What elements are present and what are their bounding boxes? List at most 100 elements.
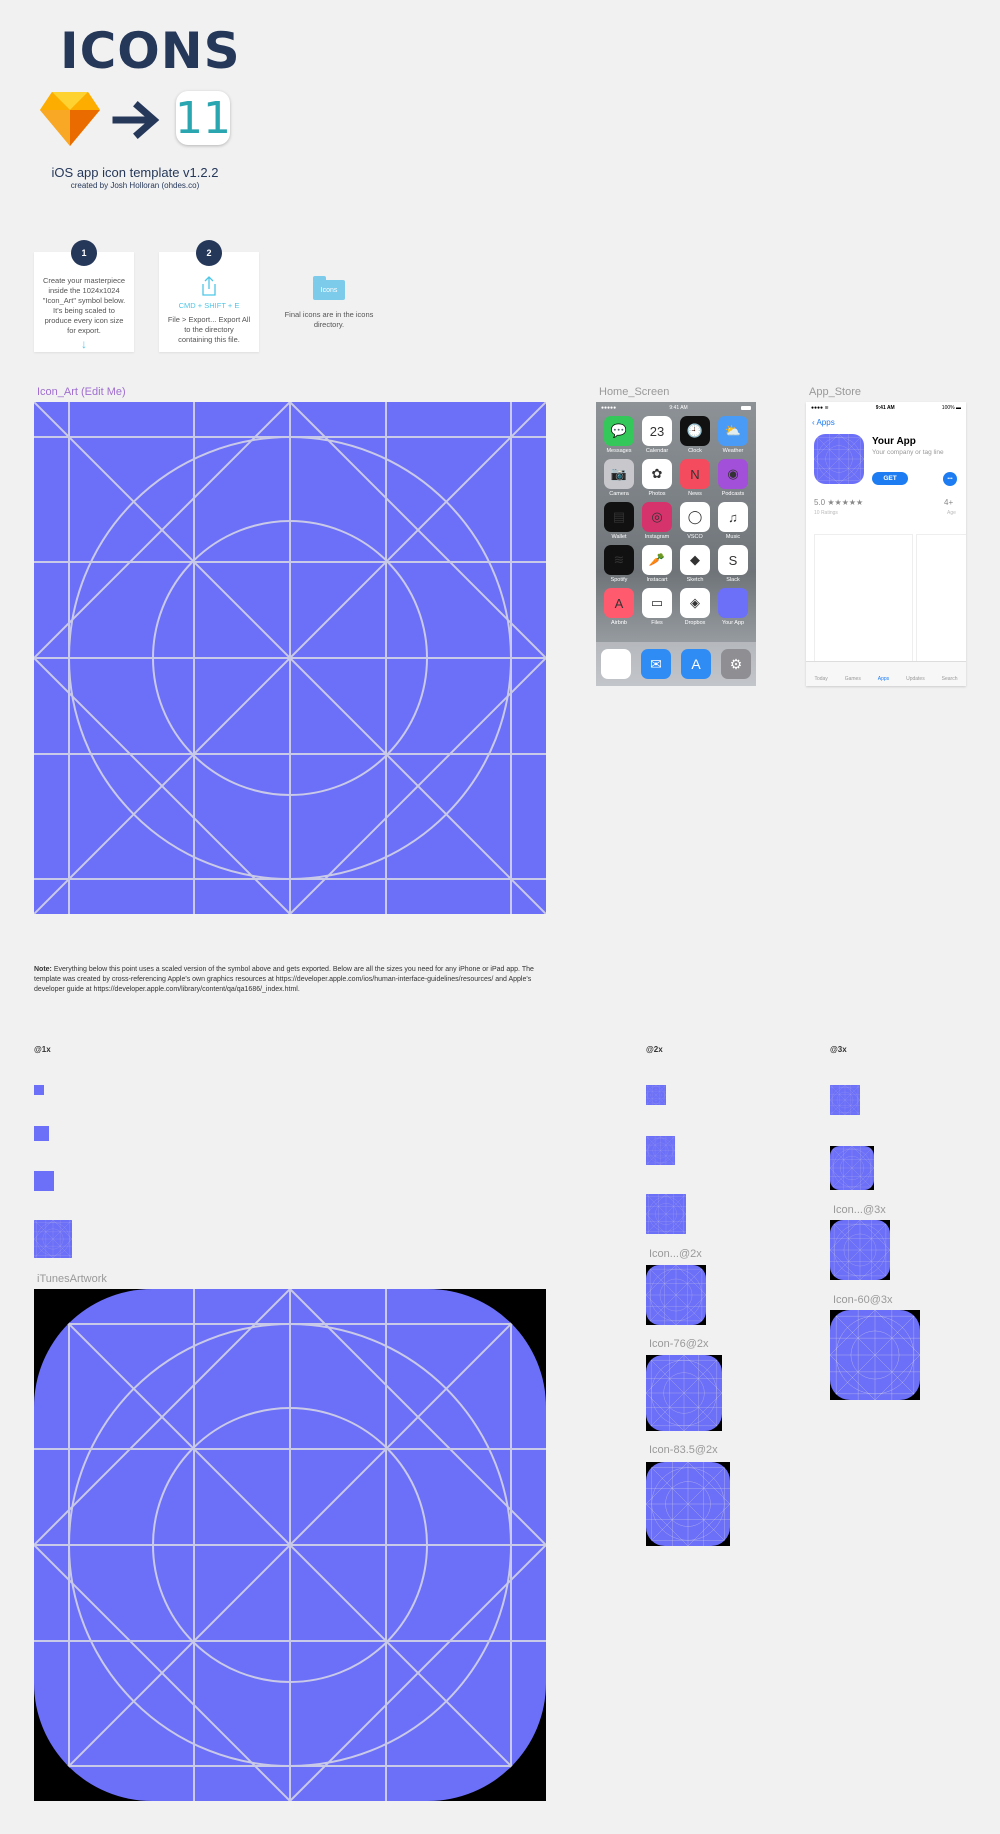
dock-app-safari[interactable]: ✧ — [601, 649, 631, 679]
step-badge-1: 1 — [71, 240, 97, 266]
step-badge-2: 2 — [196, 240, 222, 266]
home-app-label: Music — [725, 534, 741, 540]
battery-icon — [741, 406, 751, 410]
tab-updates[interactable]: Updates — [906, 666, 925, 682]
label-icon-76-2x: Icon-76@2x — [649, 1338, 709, 1350]
dock-app-mail[interactable]: ✉ — [641, 649, 671, 679]
tab-today[interactable]: Today — [814, 666, 827, 682]
home-app-weather[interactable]: ⛅ Weather — [714, 416, 752, 454]
home-app-icon: ♫ — [718, 502, 748, 532]
size-header-3x: @3x — [830, 1045, 847, 1054]
store-app-icon — [814, 434, 864, 484]
home-app-label: Instagram — [644, 534, 670, 540]
tab-games[interactable]: Games — [845, 666, 861, 682]
icon-art-canvas[interactable] — [34, 402, 546, 914]
back-button[interactable]: ‹ Apps — [806, 414, 966, 427]
home-app-label: Dropbox — [684, 620, 706, 626]
arrow-down-icon: ↓ — [81, 337, 87, 351]
dock-app-app-store[interactable]: A — [681, 649, 711, 679]
artboard-label-app-store: App_Store — [809, 386, 861, 398]
home-app-your-app[interactable]: Your App — [714, 588, 752, 626]
size-header-1x: @1x — [34, 1045, 51, 1054]
home-app-dropbox[interactable]: ◈ Dropbox — [676, 588, 714, 626]
home-app-instacart[interactable]: 🥕 Instacart — [638, 545, 676, 583]
dock-app-settings[interactable]: ⚙ — [721, 649, 751, 679]
home-app-spotify[interactable]: ≋ Spotify — [600, 545, 638, 583]
icon-76 — [34, 1220, 72, 1258]
app-store-preview: ●●●● ≋ 9:41 AM 100% ▬ ‹ Apps Your App Yo… — [806, 402, 966, 686]
home-app-label: Wallet — [611, 534, 627, 540]
home-app-messages[interactable]: 💬 Messages — [600, 416, 638, 454]
rating-row: 5.0 ★★★★★ — [814, 498, 863, 507]
icon-40 — [34, 1171, 54, 1191]
step-card-2: CMD + SHIFT + E File > Export... Export … — [159, 252, 259, 352]
step-2-text: File > Export... Export All to the direc… — [167, 315, 251, 344]
icon-20-3x — [830, 1085, 860, 1115]
home-app-icon: ⛅ — [718, 416, 748, 446]
home-app-instagram[interactable]: ◎ Instagram — [638, 502, 676, 540]
store-status-time: 9:41 AM — [875, 405, 895, 411]
icon-20 — [34, 1085, 44, 1095]
icon-20-2x — [646, 1085, 666, 1105]
battery-percent: 100% — [941, 405, 955, 411]
home-app-label: Files — [651, 620, 663, 626]
home-app-files[interactable]: ▭ Files — [638, 588, 676, 626]
more-button[interactable]: ••• — [943, 472, 957, 486]
home-app-calendar[interactable]: 23 Calendar — [638, 416, 676, 454]
home-app-label: VSCO — [687, 534, 703, 540]
home-app-icon: ◎ — [642, 502, 672, 532]
home-app-sketch[interactable]: ◆ Sketch — [676, 545, 714, 583]
home-app-label: Weather — [722, 448, 744, 454]
home-app-label: Camera — [609, 491, 629, 497]
home-app-music[interactable]: ♫ Music — [714, 502, 752, 540]
sketch-icon — [40, 92, 100, 146]
home-app-icon: ✿ — [642, 459, 672, 489]
ios11-icon: 11 — [175, 91, 231, 145]
home-app-clock[interactable]: 🕘 Clock — [676, 416, 714, 454]
folder-icon: Icons — [313, 276, 345, 300]
home-app-news[interactable]: N News — [676, 459, 714, 497]
folder-label: Icons — [313, 280, 345, 300]
status-time: 9:41 AM — [669, 405, 688, 411]
screenshot-2 — [916, 534, 966, 666]
step-3-text: Final icons are in the icons directory. — [284, 310, 374, 329]
tab-search[interactable]: Search — [942, 666, 958, 682]
ratings-count: 10 Ratings — [814, 510, 838, 516]
chevron-left-icon: ‹ — [812, 418, 815, 427]
store-tagline: Your company or tag line — [872, 449, 944, 456]
home-app-vsco[interactable]: ◯ VSCO — [676, 502, 714, 540]
note-text: Note: Everything below this point uses a… — [34, 965, 544, 995]
back-label: Apps — [816, 418, 835, 427]
itunes-artwork-canvas — [34, 1289, 546, 1801]
export-shortcut: CMD + SHIFT + E — [178, 301, 240, 310]
label-icon-29-3x: Icon...@3x — [833, 1204, 886, 1216]
home-app-icon: ◆ — [680, 545, 710, 575]
home-app-podcasts[interactable]: ◉ Podcasts — [714, 459, 752, 497]
home-app-slack[interactable]: S Slack — [714, 545, 752, 583]
home-app-camera[interactable]: 📷 Camera — [600, 459, 638, 497]
home-app-label: Spotify — [610, 577, 628, 583]
home-app-airbnb[interactable]: A Airbnb — [600, 588, 638, 626]
home-app-icon: 💬 — [604, 416, 634, 446]
home-app-label: Airbnb — [611, 620, 627, 626]
get-button[interactable]: GET — [872, 472, 908, 485]
note-body: Everything below this point uses a scale… — [34, 966, 534, 993]
home-app-icon: S — [718, 545, 748, 575]
icon-60-3x — [830, 1310, 920, 1400]
step-card-1: Create your masterpiece inside the 1024x… — [34, 252, 134, 352]
home-dock: ✧ ✉ A ⚙ — [596, 642, 756, 686]
home-app-icon: 🥕 — [642, 545, 672, 575]
label-icon-835-2x: Icon-83.5@2x — [649, 1444, 718, 1456]
home-app-wallet[interactable]: ▤ Wallet — [600, 502, 638, 540]
home-app-label: Clock — [688, 448, 702, 454]
home-app-label: Podcasts — [721, 491, 745, 497]
tab-apps[interactable]: Apps — [878, 666, 889, 682]
icon-76-2x — [646, 1355, 722, 1431]
store-app-name: Your App — [872, 436, 916, 447]
icon-835-2x — [646, 1462, 730, 1546]
artboard-label-icon-art: Icon_Art (Edit Me) — [37, 386, 126, 398]
rating-value: 5.0 — [814, 498, 826, 507]
arrow-right-icon — [112, 101, 160, 139]
home-app-photos[interactable]: ✿ Photos — [638, 459, 676, 497]
home-app-icon: ▭ — [642, 588, 672, 618]
